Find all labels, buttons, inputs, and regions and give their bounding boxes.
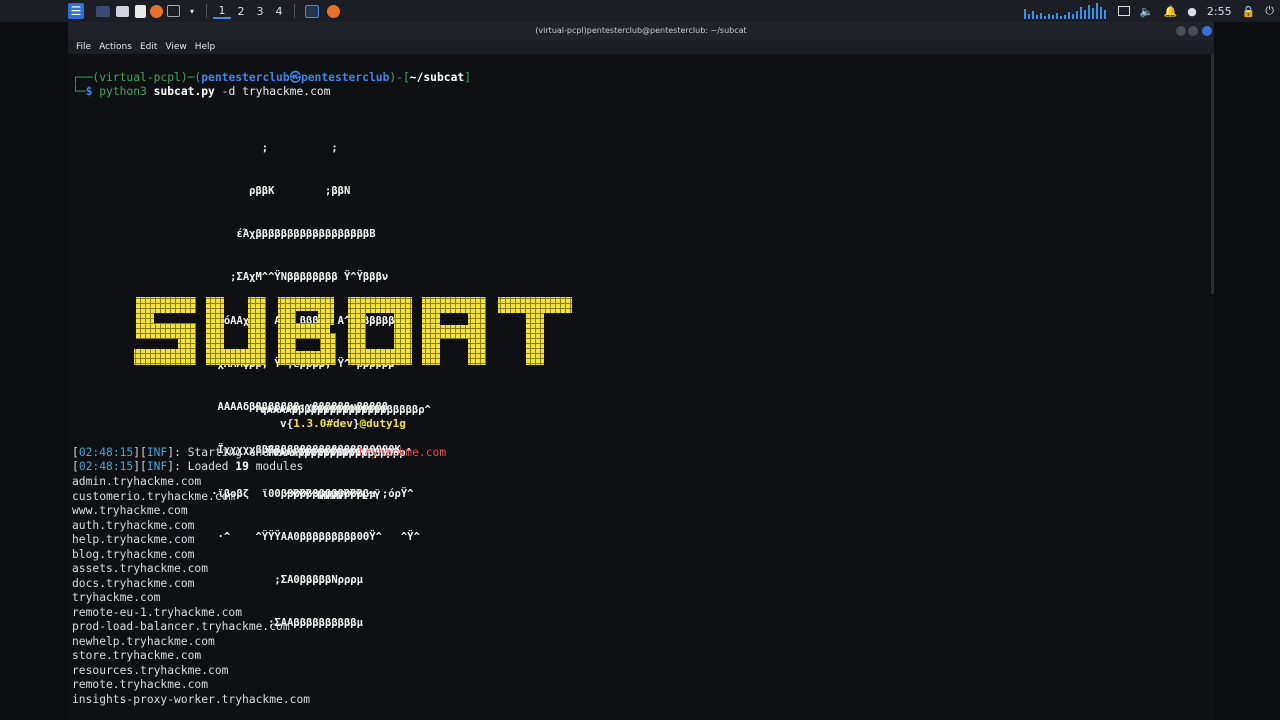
art-line: ;ΣΑχΜ^^ΫΝββββββββ Ϋ^Ϋβββν — [148, 271, 389, 284]
subdomain-item: www.tryhackme.com — [72, 504, 188, 517]
volume-icon[interactable]: 🔈 — [1140, 5, 1154, 18]
art-line: έΆχββββββββββββββββββB — [148, 228, 376, 241]
prompt-line-1: ┌──(virtual-pcpl)─(pentesterclub㉿pentest… — [72, 71, 471, 86]
log-time: 02:48:15 — [78, 446, 134, 459]
prompt-user-host: pentesterclub㉿pentesterclub — [201, 71, 390, 84]
log-target: tryhackme.com — [357, 446, 447, 459]
subdomain-item: customerio.tryhackme.com — [72, 489, 236, 503]
lock-icon[interactable]: 🔒 — [1242, 5, 1256, 18]
subdomain-item: docs.tryhackme.com — [72, 576, 195, 590]
prompt-prefix: └─ — [72, 85, 86, 98]
prompt-sep: )-[ — [389, 71, 410, 84]
command-script: subcat.py — [153, 85, 215, 98]
log-message: : Starting enumeration for — [174, 446, 358, 459]
log-line: [02:48:15][INF]: Starting enumeration fo… — [72, 446, 447, 459]
version-prefix: v{ — [280, 417, 294, 430]
firefox-icon[interactable] — [327, 4, 340, 18]
art-line: ; ; — [148, 141, 338, 154]
prompt-sep: ] — [464, 71, 472, 84]
chevron-down-icon[interactable]: ▾ — [184, 3, 200, 19]
window-title: (virtual-pcpl)pentesterclub@pentesterclu… — [535, 26, 747, 35]
subdomain-item: resources.tryhackme.com — [72, 663, 229, 677]
prompt-line-2: └─$ python3 subcat.py -d tryhackme.com — [72, 85, 330, 100]
subdomain-item: assets.tryhackme.com — [72, 562, 209, 575]
terminal-icon[interactable] — [167, 5, 180, 17]
subdomain-item: prod-load-balancer.tryhackme.com — [72, 620, 290, 633]
desktop-icon[interactable] — [96, 5, 110, 17]
cpu-graph — [1022, 3, 1108, 19]
menu-help[interactable]: Help — [195, 42, 216, 52]
firefox-icon[interactable] — [150, 4, 163, 18]
power-icon[interactable]: ⏻ — [1265, 4, 1274, 18]
log-message: : Loaded — [174, 460, 236, 473]
log-time: 02:48:15 — [78, 460, 134, 473]
subdomain-item: remote.tryhackme.com — [72, 678, 209, 691]
window-titlebar[interactable]: (virtual-pcpl)pentesterclub@pentesterclu… — [68, 22, 1214, 40]
menu-edit[interactable]: Edit — [140, 42, 157, 52]
clock-time[interactable]: 2:55 — [1207, 5, 1232, 18]
workspace-3[interactable]: 3 — [251, 5, 269, 18]
terminal-output[interactable]: ┌──(virtual-pcpl)─(pentesterclub㉿pentest… — [68, 54, 1214, 720]
subdomain-item: newhelp.tryhackme.com — [72, 634, 215, 648]
subcat-banner-logo — [134, 297, 572, 365]
art-line: ρββK ;ββN — [148, 185, 351, 198]
prompt-path: ~/subcat — [409, 71, 465, 84]
log-line: [02:48:15][INF]: Loaded 19 modules — [72, 460, 304, 473]
prompt-dollar: $ — [85, 85, 100, 98]
workspace-2[interactable]: 2 — [232, 5, 250, 18]
menubar: File Actions Edit View Help — [68, 40, 1214, 54]
workspace-1[interactable]: 1 — [213, 4, 231, 19]
menu-view[interactable]: View — [165, 42, 186, 52]
subdomain-item: help.tryhackme.com — [72, 533, 195, 546]
scrollbar[interactable] — [1211, 54, 1214, 294]
menu-actions[interactable]: Actions — [99, 42, 132, 52]
maximize-button[interactable] — [1188, 26, 1198, 36]
display-icon[interactable] — [1117, 6, 1130, 16]
version-tag: #dev — [326, 417, 353, 430]
text-editor-icon[interactable] — [135, 4, 146, 18]
minimize-button[interactable] — [1176, 26, 1186, 36]
divider — [206, 4, 207, 18]
module-count: 19 — [235, 460, 249, 473]
art-line: ^qΑΑΑΑββββββββββββββββββββρ^ — [178, 403, 431, 416]
command: python3 — [99, 85, 147, 98]
subdomain-item: admin.tryhackme.com — [72, 475, 202, 488]
divider — [294, 4, 295, 18]
log-level: INF — [146, 446, 168, 459]
log-message: modules — [248, 460, 304, 473]
subdomain-item: remote-eu-1.tryhackme.com — [72, 605, 243, 619]
version-suffix: } — [352, 417, 360, 430]
log-level: INF — [146, 460, 168, 473]
close-button[interactable] — [1202, 26, 1212, 36]
bell-icon[interactable]: 🔔 — [1164, 5, 1178, 18]
files-icon[interactable] — [116, 5, 129, 17]
command-args: -d tryhackme.com — [214, 85, 331, 98]
menu-file[interactable]: File — [76, 42, 91, 52]
workspace-4[interactable]: 4 — [270, 5, 288, 18]
version-number: 1.3.0 — [293, 417, 327, 430]
author: @duty1g — [359, 417, 406, 430]
subdomain-item: auth.tryhackme.com — [72, 518, 195, 532]
prompt-prefix: ┌──(virtual-pcpl)─( — [72, 71, 202, 84]
subdomain-item: blog.tryhackme.com — [72, 547, 195, 561]
terminal-icon[interactable] — [305, 4, 319, 18]
subdomain-item: tryhackme.com — [72, 591, 161, 604]
version-line: v{1.3.0#dev}@duty1g — [280, 417, 406, 430]
kali-menu-icon[interactable]: ☰ — [68, 3, 84, 19]
subdomain-item: store.tryhackme.com — [72, 649, 202, 662]
clock-icon: ● — [1187, 4, 1197, 18]
subdomain-item: insights-proxy-worker.tryhackme.com — [72, 692, 311, 706]
top-panel: ☰ ▾ 1 2 3 4 🔈 🔔 ● 2:55 🔒 ⏻ — [0, 0, 1280, 22]
